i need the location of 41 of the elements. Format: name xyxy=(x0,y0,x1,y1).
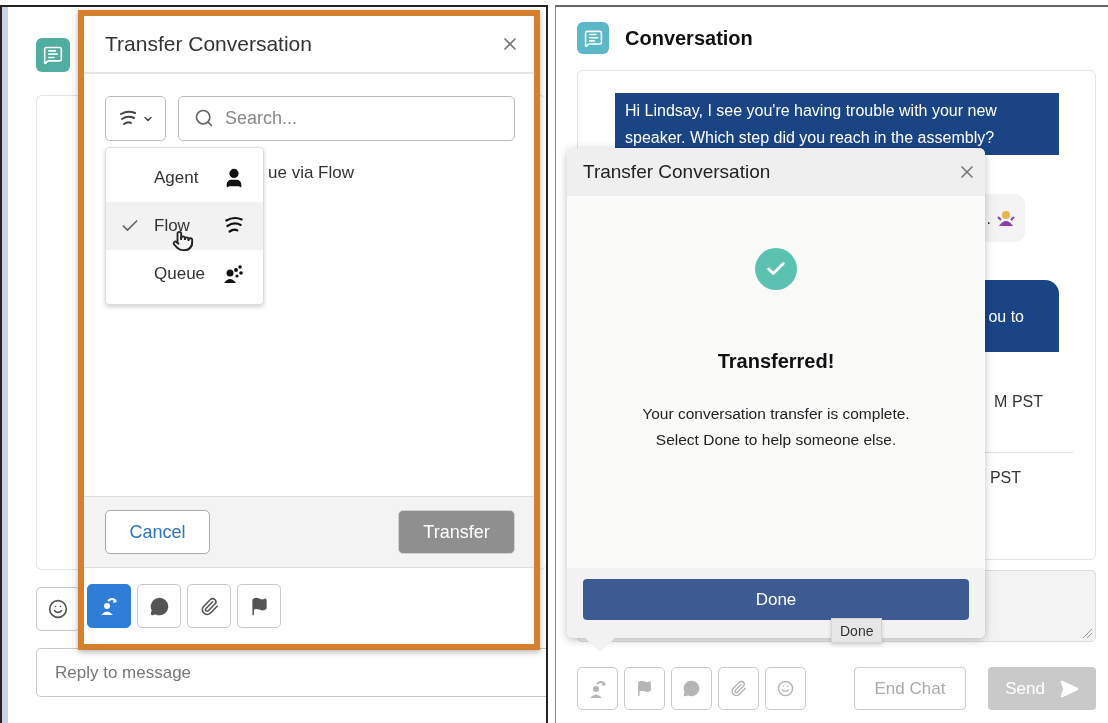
flag-icon xyxy=(636,680,653,697)
transfer-icon xyxy=(99,596,119,616)
menu-item[interactable]: Queue xyxy=(106,250,263,298)
conversation-app-icon xyxy=(577,22,609,54)
dialog-title: Transfer Conversation xyxy=(105,32,312,56)
menu-item[interactable]: Agent xyxy=(106,154,263,202)
paperclip-icon xyxy=(730,680,747,697)
cancel-button[interactable]: Cancel xyxy=(105,510,210,554)
done-button[interactable]: Done xyxy=(583,579,969,620)
reply-field[interactable]: Reply to message xyxy=(36,648,546,697)
flag-button[interactable] xyxy=(237,584,281,628)
transfer-button[interactable] xyxy=(87,584,131,628)
agent-message: Hi Lindsay, I see you're having trouble with your new speaker. Which step did you reach in the assembly? xyxy=(615,93,1059,155)
chat-icon xyxy=(683,680,700,697)
tooltip: Done xyxy=(831,618,883,643)
search-field[interactable]: Search... xyxy=(178,96,515,141)
conversation-app-icon xyxy=(36,38,70,72)
smiley-icon xyxy=(777,680,794,697)
success-heading: Transferred! xyxy=(717,350,835,373)
paperclip-icon xyxy=(199,596,219,616)
filter-dropdown-button[interactable] xyxy=(105,96,166,141)
search-icon xyxy=(194,108,214,128)
menu-item[interactable]: Flow xyxy=(106,202,263,250)
panel-title: Conversation xyxy=(625,26,753,50)
link-button[interactable] xyxy=(187,584,231,628)
emoji-button[interactable] xyxy=(36,587,80,631)
smiley-icon xyxy=(48,599,68,619)
popover-title: Transfer Conversation xyxy=(583,161,771,183)
send-icon xyxy=(1058,678,1079,699)
timestamp: PST xyxy=(989,469,1021,487)
people-icon xyxy=(223,263,245,285)
shrug-emoji-icon xyxy=(997,209,1015,227)
resize-grip-icon xyxy=(1081,627,1093,639)
success-message: Your conversation transfer is complete. Select Done to help someone else. xyxy=(642,404,910,450)
chat-button[interactable] xyxy=(137,584,181,628)
result-text: ue via Flow xyxy=(268,163,355,183)
success-check-icon xyxy=(755,248,797,290)
flag-icon xyxy=(249,596,269,616)
hand-cursor-icon xyxy=(172,230,194,252)
chat-icon xyxy=(149,596,169,616)
timestamp: M PST xyxy=(994,393,1043,411)
